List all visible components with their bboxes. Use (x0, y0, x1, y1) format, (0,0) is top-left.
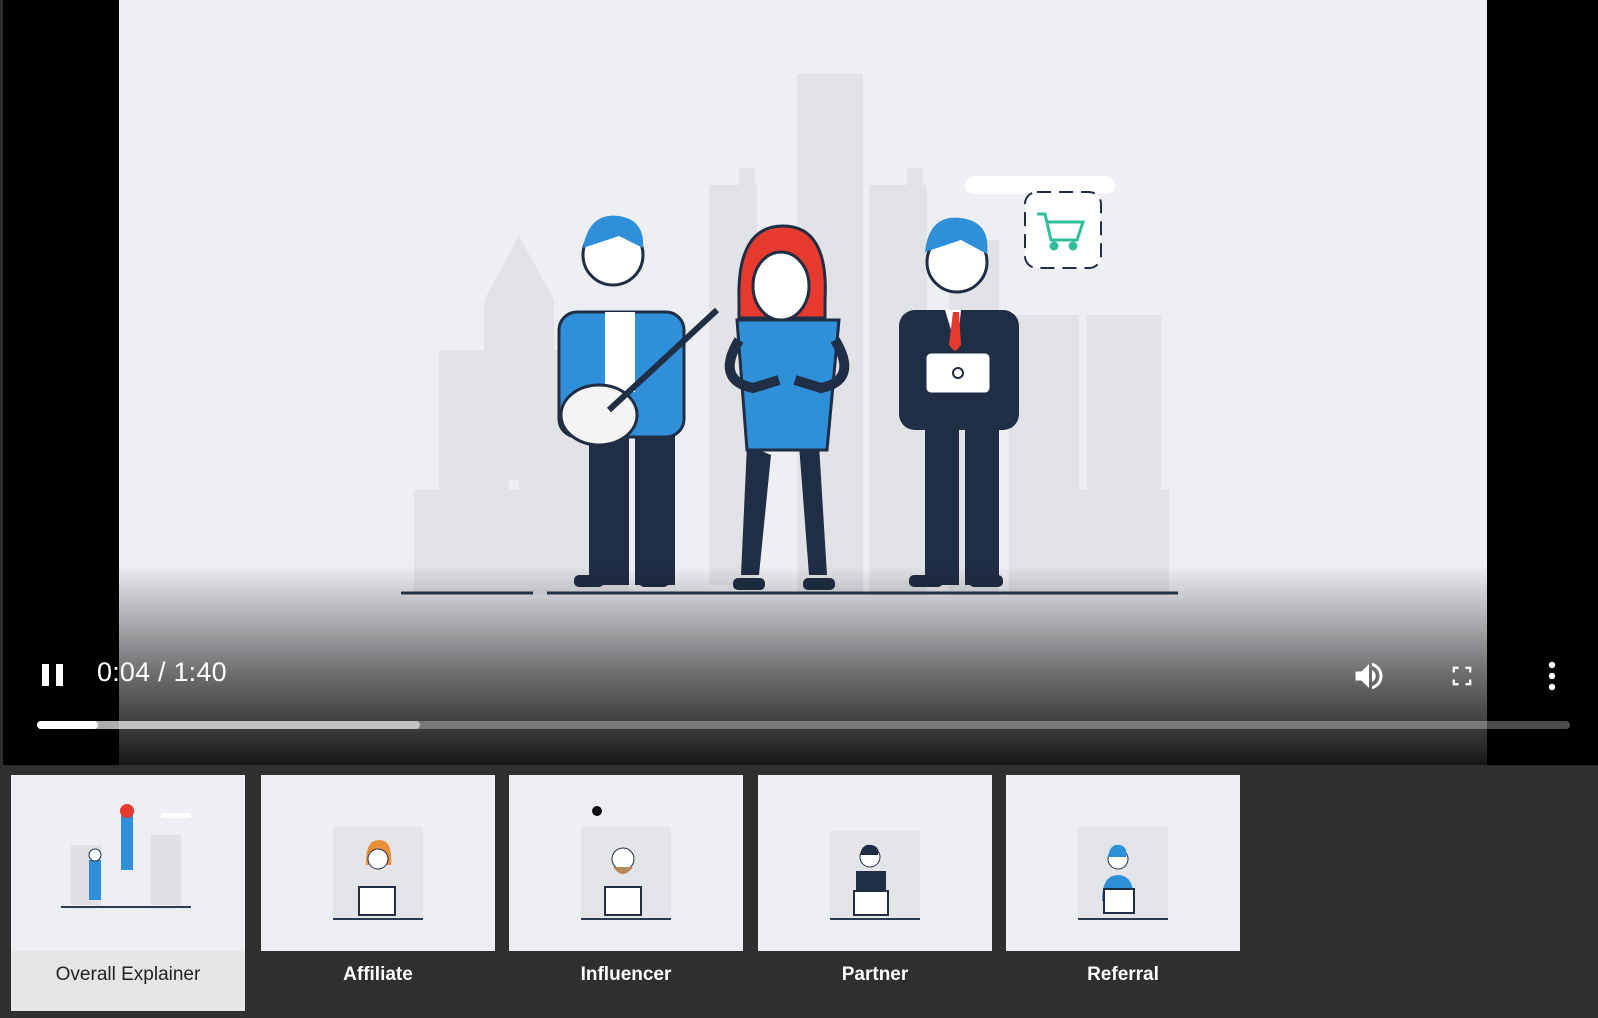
video-thumbnail (11, 775, 245, 951)
volume-icon (1355, 662, 1383, 690)
playlist-item-label: Affiliate (343, 964, 413, 985)
playlist-item-label: Referral (1087, 964, 1159, 985)
playlist-item-overall-explainer[interactable]: Overall Explainer (11, 775, 245, 1011)
playlist-item-influencer[interactable]: Influencer (509, 775, 743, 1011)
video-thumbnail (1006, 775, 1240, 951)
playlist-item-affiliate[interactable]: Affiliate (261, 775, 495, 1011)
pause-button[interactable] (39, 661, 67, 689)
volume-button[interactable] (1351, 658, 1387, 694)
video-thumbnail (261, 775, 495, 951)
playlist-item-label: Overall Explainer (55, 964, 201, 985)
time-display: 0:04 / 1:40 (97, 657, 227, 687)
progress-bar[interactable] (37, 721, 1570, 729)
fullscreen-button[interactable] (1448, 662, 1476, 690)
video-thumbnail (758, 775, 992, 951)
pause-icon (42, 664, 49, 686)
playlist: Overall Explainer Affiliate Influencer P… (0, 765, 1598, 1018)
playlist-item-label: Influencer (580, 964, 672, 985)
more-options-button[interactable] (1544, 658, 1560, 694)
fullscreen-icon (1452, 666, 1472, 686)
video-player[interactable]: 0:04 / 1:40 (3, 0, 1598, 765)
more-vert-icon (1548, 661, 1556, 691)
video-frame[interactable] (119, 0, 1487, 765)
video-thumbnail (509, 775, 743, 951)
playlist-item-label: Partner (841, 964, 909, 985)
playlist-item-referral[interactable]: Referral (1006, 775, 1240, 1011)
playlist-item-partner[interactable]: Partner (758, 775, 992, 1011)
video-illustration (401, 74, 1178, 595)
progress-played (37, 721, 99, 729)
